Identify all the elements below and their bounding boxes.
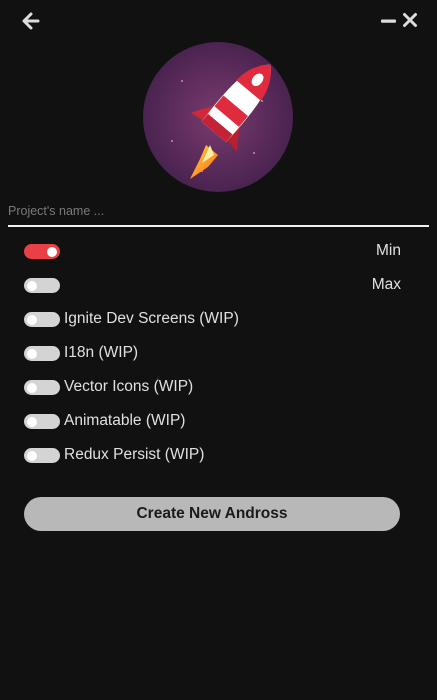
project-name-input[interactable] [8,197,429,225]
project-name-field[interactable] [8,197,429,227]
option-vector-icons: Vector Icons (WIP) [24,377,401,397]
toggle-ignite-dev-screens[interactable] [24,312,60,327]
option-label: Max [371,276,401,293]
option-max: Max [24,275,401,295]
close-icon[interactable] [402,12,418,28]
option-label: Min [376,242,401,259]
toggle-max[interactable] [24,278,60,293]
rocket-icon [142,41,294,193]
option-label: Redux Persist (WIP) [64,446,205,463]
arrow-left-icon[interactable] [20,10,42,32]
toggle-redux-persist[interactable] [24,448,60,463]
toggle-vector-icons[interactable] [24,380,60,395]
option-label: I18n (WIP) [64,344,139,361]
option-label: Ignite Dev Screens (WIP) [64,310,239,327]
option-ignite-dev-screens: Ignite Dev Screens (WIP) [24,309,401,329]
option-label: Animatable (WIP) [64,412,186,429]
option-min: Min [24,241,401,261]
minimize-icon[interactable] [380,12,398,30]
title-bar [0,0,437,40]
toggle-animatable[interactable] [24,414,60,429]
option-animatable: Animatable (WIP) [24,411,401,431]
create-new-andross-button[interactable]: Create New Andross [24,497,400,531]
toggle-min[interactable] [24,244,60,259]
option-redux-persist: Redux Persist (WIP) [24,445,401,465]
option-label: Vector Icons (WIP) [64,378,194,395]
option-i18n: I18n (WIP) [24,343,401,363]
toggle-i18n[interactable] [24,346,60,361]
